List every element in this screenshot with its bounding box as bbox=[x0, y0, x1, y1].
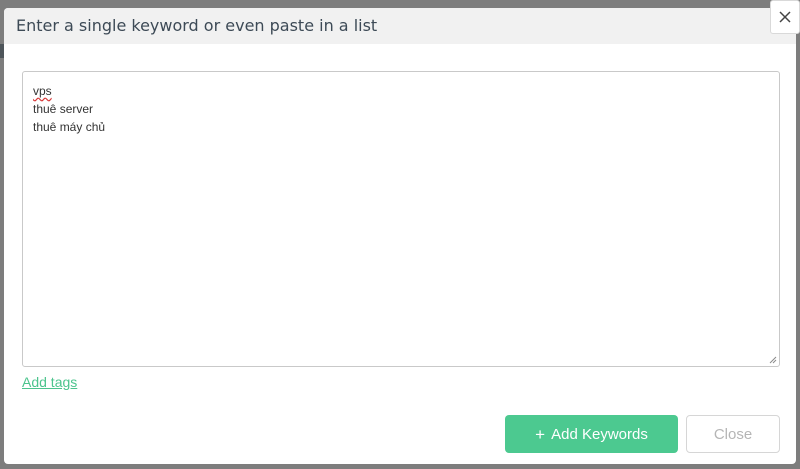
keywords-textarea[interactable]: vps thuê server thuê máy chủ bbox=[22, 71, 780, 367]
modal-title: Enter a single keyword or even paste in … bbox=[16, 16, 378, 35]
keyword-line: vps bbox=[33, 84, 52, 98]
close-button[interactable]: Close bbox=[686, 415, 780, 453]
add-keywords-label: Add Keywords bbox=[551, 425, 648, 443]
add-tags-link[interactable]: Add tags bbox=[22, 374, 77, 390]
plus-icon: + bbox=[535, 424, 546, 444]
keyword-line: thuê máy chủ bbox=[33, 120, 106, 134]
modal-header: Enter a single keyword or even paste in … bbox=[4, 8, 796, 44]
modal-close-button[interactable] bbox=[770, 0, 800, 34]
close-icon bbox=[779, 11, 791, 23]
resize-handle-icon[interactable] bbox=[769, 356, 777, 364]
keyword-line: thuê server bbox=[33, 102, 94, 116]
add-keywords-button[interactable]: + Add Keywords bbox=[505, 415, 678, 453]
add-keywords-modal: Enter a single keyword or even paste in … bbox=[4, 8, 796, 464]
